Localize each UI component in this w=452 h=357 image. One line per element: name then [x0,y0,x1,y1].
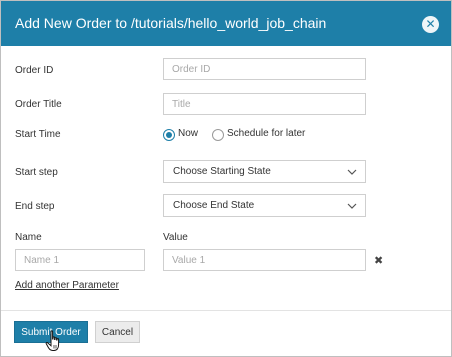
order-title-label: Order Title [15,99,62,110]
param-value-input[interactable] [163,249,366,271]
param-name-header: Name [15,232,42,243]
dialog-header: Add New Order to /tutorials/hello_world_… [1,1,451,46]
hand-pointer-icon [45,330,60,351]
add-order-dialog: Add New Order to /tutorials/hello_world_… [0,0,452,357]
end-step-label: End step [15,201,55,212]
close-icon[interactable]: ✕ [422,16,439,33]
start-time-label: Start Time [15,129,61,140]
order-id-label: Order ID [15,65,54,76]
start-step-select[interactable]: Choose Starting State [163,160,366,183]
order-id-input[interactable] [163,58,366,80]
param-value-header: Value [163,232,188,243]
add-parameter-link[interactable]: Add another Parameter [15,280,119,291]
cancel-button[interactable]: Cancel [95,321,140,343]
start-step-selected: Choose Starting State [173,166,271,177]
radio-schedule-later[interactable] [212,129,224,141]
footer-divider [1,310,451,311]
order-title-input[interactable] [163,93,366,115]
end-step-select[interactable]: Choose End State [163,194,366,217]
radio-schedule-later-label[interactable]: Schedule for later [227,128,305,139]
radio-now[interactable] [163,129,175,141]
start-step-label: Start step [15,167,58,178]
end-step-selected: Choose End State [173,200,255,211]
chevron-down-icon [347,169,357,175]
radio-now-label[interactable]: Now [178,128,198,139]
start-time-radio-group: Now Schedule for later [163,128,313,142]
param-name-input[interactable] [15,249,145,271]
remove-parameter-icon[interactable]: ✖ [374,254,383,267]
dialog-title: Add New Order to /tutorials/hello_world_… [15,15,327,31]
chevron-down-icon [347,203,357,209]
